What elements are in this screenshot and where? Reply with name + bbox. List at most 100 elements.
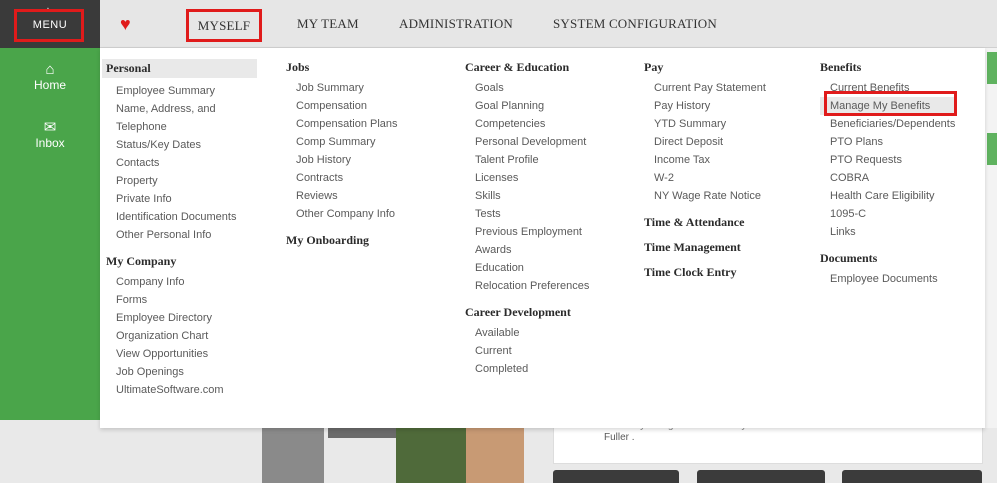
menu-item-name-address-and[interactable]: Name, Address, and (106, 100, 257, 118)
nav-administration[interactable]: ADMINISTRATION (399, 16, 513, 32)
menu-item-education[interactable]: Education (465, 259, 589, 277)
menu-item-organization-chart[interactable]: Organization Chart (106, 327, 257, 345)
menu-highlight-box (14, 9, 84, 42)
menu-item-contacts[interactable]: Contacts (106, 154, 257, 172)
career-items: Goals Goal Planning Competencies Personal D… (465, 79, 589, 295)
section-my-onboarding[interactable]: My Onboarding (286, 233, 398, 248)
menu-item-employee-directory[interactable]: Employee Directory (106, 309, 257, 327)
sidebar-item-inbox[interactable]: ✉ Inbox (0, 120, 100, 151)
menu-item-beneficiaries-dependents[interactable]: Beneficiaries/Dependents (820, 115, 955, 133)
action-button[interactable] (697, 470, 825, 483)
manage-benefits-highlight-box (824, 91, 957, 116)
action-button[interactable] (553, 470, 679, 483)
menu-item-skills[interactable]: Skills (465, 187, 589, 205)
home-icon: ⌂ (45, 61, 55, 78)
menu-item-reviews[interactable]: Reviews (286, 187, 398, 205)
menu-item-ultimatesoftware-com[interactable]: UltimateSoftware.com (106, 381, 257, 399)
menu-item-relocation-preferences[interactable]: Relocation Preferences (465, 277, 589, 295)
heart-icon[interactable]: ♥ (120, 14, 131, 35)
nav-system-configuration[interactable]: SYSTEM CONFIGURATION (553, 16, 717, 32)
pay-items: Current Pay Statement Pay History YTD Summ… (644, 79, 766, 205)
left-sidebar: ⌂ Home ✉ Inbox (0, 48, 100, 420)
section-time-clock-entry[interactable]: Time Clock Entry (644, 265, 766, 280)
menu-item-private-info[interactable]: Private Info (106, 190, 257, 208)
nav-myself[interactable]: MYSELF (186, 9, 262, 42)
menu-item-personal-development[interactable]: Personal Development (465, 133, 589, 151)
menu-item-employee-summary[interactable]: Employee Summary (106, 82, 257, 100)
menu-item-telephone[interactable]: Telephone (106, 118, 257, 136)
team-photo[interactable] (328, 428, 396, 438)
menu-item-other-personal-info[interactable]: Other Personal Info (106, 226, 257, 244)
menu-item-job-history[interactable]: Job History (286, 151, 398, 169)
menu-item-forms[interactable]: Forms (106, 291, 257, 309)
section-career-development[interactable]: Career Development (465, 305, 589, 320)
menu-item-compensation[interactable]: Compensation (286, 97, 398, 115)
section-documents[interactable]: Documents (820, 251, 955, 266)
menu-item-previous-employment[interactable]: Previous Employment (465, 223, 589, 241)
menu-item-identification-documents[interactable]: Identification Documents (106, 208, 257, 226)
menu-item-1095-c[interactable]: 1095-C (820, 205, 955, 223)
menu-column-career: Career & Education Goals Goal Planning Com… (465, 60, 589, 378)
menu-item-pto-requests[interactable]: PTO Requests (820, 151, 955, 169)
sidebar-home-label: Home (33, 78, 66, 92)
menu-item-available[interactable]: Available (465, 324, 589, 342)
menu-item-property[interactable]: Property (106, 172, 257, 190)
menu-item-ny-wage-rate-notice[interactable]: NY Wage Rate Notice (644, 187, 766, 205)
action-button[interactable] (842, 470, 982, 483)
menu-item-job-openings[interactable]: Job Openings (106, 363, 257, 381)
section-benefits[interactable]: Benefits (820, 60, 955, 75)
team-photo[interactable] (466, 428, 524, 483)
menu-item-w-2[interactable]: W-2 (644, 169, 766, 187)
menu-item-view-opportunities[interactable]: View Opportunities (106, 345, 257, 363)
myself-dropdown-menu: Personal Employee Summary Name, Address, … (100, 48, 985, 428)
menu-item-competencies[interactable]: Competencies (465, 115, 589, 133)
nav-my-team[interactable]: MY TEAM (297, 16, 359, 32)
menu-item-licenses[interactable]: Licenses (465, 169, 589, 187)
sidebar-item-home[interactable]: ⌂ Home (0, 61, 100, 93)
section-career-education[interactable]: Career & Education (465, 60, 589, 75)
development-items: Available Current Completed (465, 324, 589, 378)
documents-items: Employee Documents (820, 270, 955, 288)
menu-item-awards[interactable]: Awards (465, 241, 589, 259)
feed-target-cont[interactable]: Fuller . (604, 432, 635, 443)
section-time-management[interactable]: Time Management (644, 240, 766, 255)
menu-item-tests[interactable]: Tests (465, 205, 589, 223)
menu-item-health-care-eligibility[interactable]: Health Care Eligibility (820, 187, 955, 205)
menu-item-pto-plans[interactable]: PTO Plans (820, 133, 955, 151)
menu-column-pay: Pay Current Pay Statement Pay History YTD … (644, 60, 766, 284)
team-photo[interactable] (396, 428, 466, 483)
menu-item-links[interactable]: Links (820, 223, 955, 241)
menu-item-current-pay-statement[interactable]: Current Pay Statement (644, 79, 766, 97)
menu-item-compensation-plans[interactable]: Compensation Plans (286, 115, 398, 133)
menu-item-contracts[interactable]: Contracts (286, 169, 398, 187)
menu-item-completed[interactable]: Completed (465, 360, 589, 378)
menu-item-ytd-summary[interactable]: YTD Summary (644, 115, 766, 133)
menu-item-current[interactable]: Current (465, 342, 589, 360)
menu-column-jobs: Jobs Job Summary Compensation Compensation… (286, 60, 398, 252)
menu-item-comp-summary[interactable]: Comp Summary (286, 133, 398, 151)
section-my-company[interactable]: My Company (106, 254, 257, 269)
menu-item-cobra[interactable]: COBRA (820, 169, 955, 187)
menu-item-status-key-dates[interactable]: Status/Key Dates (106, 136, 257, 154)
menu-item-direct-deposit[interactable]: Direct Deposit (644, 133, 766, 151)
menu-item-income-tax[interactable]: Income Tax (644, 151, 766, 169)
team-photo[interactable] (262, 428, 324, 483)
section-jobs[interactable]: Jobs (286, 60, 398, 75)
section-personal[interactable]: Personal (102, 59, 257, 78)
company-items: Company Info Forms Employee Directory Organ… (106, 273, 257, 399)
menu-item-goals[interactable]: Goals (465, 79, 589, 97)
menu-item-job-summary[interactable]: Job Summary (286, 79, 398, 97)
menu-item-other-company-info[interactable]: Other Company Info (286, 205, 398, 223)
menu-item-pay-history[interactable]: Pay History (644, 97, 766, 115)
jobs-items: Job Summary Compensation Compensation Plan… (286, 79, 398, 223)
section-pay[interactable]: Pay (644, 60, 766, 75)
background-right-strip (985, 48, 997, 428)
menu-item-talent-profile[interactable]: Talent Profile (465, 151, 589, 169)
menu-item-goal-planning[interactable]: Goal Planning (465, 97, 589, 115)
top-nav-bar: ▲ MENU ♥ MYSELF MY TEAM ADMINISTRATION S… (0, 0, 997, 48)
background-green-bar (987, 133, 997, 165)
section-time-attendance[interactable]: Time & Attendance (644, 215, 766, 230)
menu-item-employee-documents[interactable]: Employee Documents (820, 270, 955, 288)
personal-items: Employee Summary Name, Address, and Teleph… (106, 82, 257, 244)
menu-item-company-info[interactable]: Company Info (106, 273, 257, 291)
